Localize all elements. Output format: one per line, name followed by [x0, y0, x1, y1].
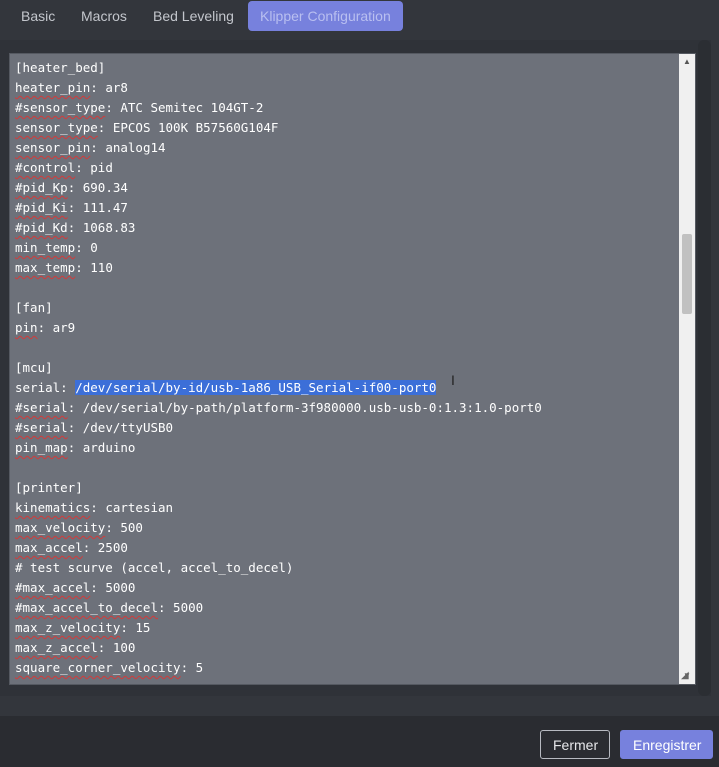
close-button[interactable]: Fermer — [540, 730, 610, 759]
editor-line: kinematics: cartesian — [15, 500, 174, 515]
editor-line: max_z_velocity: 15 — [15, 620, 151, 635]
modal-footer: Fermer Enregistrer — [0, 716, 719, 767]
editor-line: #pid_Kd: 1068.83 — [15, 220, 136, 235]
editor-line: heater_pin: ar8 — [15, 80, 128, 95]
editor-line: serial: /dev/serial/by-id/usb-1a86_USB_S… — [15, 380, 437, 395]
save-button[interactable]: Enregistrer — [620, 730, 713, 759]
editor-line: [printer] — [15, 480, 83, 495]
editor-line: #max_accel: 5000 — [15, 580, 136, 595]
editor-scrollbar[interactable]: ▲ ▼ — [679, 54, 695, 684]
editor-line: [fan] — [15, 300, 53, 315]
editor-line: pin_map: arduino — [15, 440, 136, 455]
editor-line: max_velocity: 500 — [15, 520, 143, 535]
editor-line: [heater_bed] — [15, 60, 106, 75]
editor-line: #serial: /dev/serial/by-path/platform-3f… — [15, 400, 542, 415]
settings-tabs: Basic Macros Bed Leveling Klipper Config… — [0, 0, 700, 40]
editor-line: #pid_Kp: 690.34 — [15, 180, 128, 195]
scroll-up-arrow-icon[interactable]: ▲ — [679, 54, 695, 70]
editor-line: max_temp: 110 — [15, 260, 113, 275]
editor-line: max_accel: 2500 — [15, 540, 128, 555]
editor-line: #sensor_type: ATC Semitec 104GT-2 — [15, 100, 264, 115]
editor-line: min_temp: 0 — [15, 240, 98, 255]
modal-scrollbar[interactable] — [698, 40, 711, 696]
editor-line: #pid_Ki: 111.47 — [15, 200, 128, 215]
editor-line: [mcu] — [15, 360, 53, 375]
config-editor[interactable]: [heater_bed] heater_pin: ar8 #sensor_type:… — [9, 53, 696, 685]
modal-body: [heater_bed] heater_pin: ar8 #sensor_type:… — [0, 40, 711, 696]
editor-line: pin: ar9 — [15, 320, 76, 335]
editor-line: #serial: /dev/ttyUSB0 — [15, 420, 174, 435]
editor-line: sensor_type: EPCOS 100K B57560G104F — [15, 120, 279, 135]
tab-basic[interactable]: Basic — [9, 1, 67, 31]
editor-line: sensor_pin: analog14 — [15, 140, 166, 155]
resize-grip-icon[interactable]: ◢ — [681, 670, 693, 682]
tab-content-panel: [heater_bed] heater_pin: ar8 #sensor_type:… — [0, 40, 711, 696]
editor-line: # test scurve (accel, accel_to_decel) — [15, 560, 294, 575]
editor-line: #control: pid — [15, 160, 113, 175]
editor-line: max_z_accel: 100 — [15, 640, 136, 655]
selected-text: /dev/serial/by-id/usb-1a86_USB_Serial-if… — [75, 380, 437, 395]
config-textarea[interactable]: [heater_bed] heater_pin: ar8 #sensor_type:… — [10, 54, 680, 684]
text-cursor-icon: I — [451, 372, 455, 388]
tab-klipper-configuration[interactable]: Klipper Configuration — [248, 1, 403, 31]
editor-line: square_corner_velocity: 5 — [15, 660, 204, 675]
editor-scrollbar-thumb[interactable] — [682, 234, 692, 314]
tab-bed-leveling[interactable]: Bed Leveling — [141, 1, 246, 31]
tab-macros[interactable]: Macros — [69, 1, 139, 31]
editor-line: #max_accel_to_decel: 5000 — [15, 600, 204, 615]
